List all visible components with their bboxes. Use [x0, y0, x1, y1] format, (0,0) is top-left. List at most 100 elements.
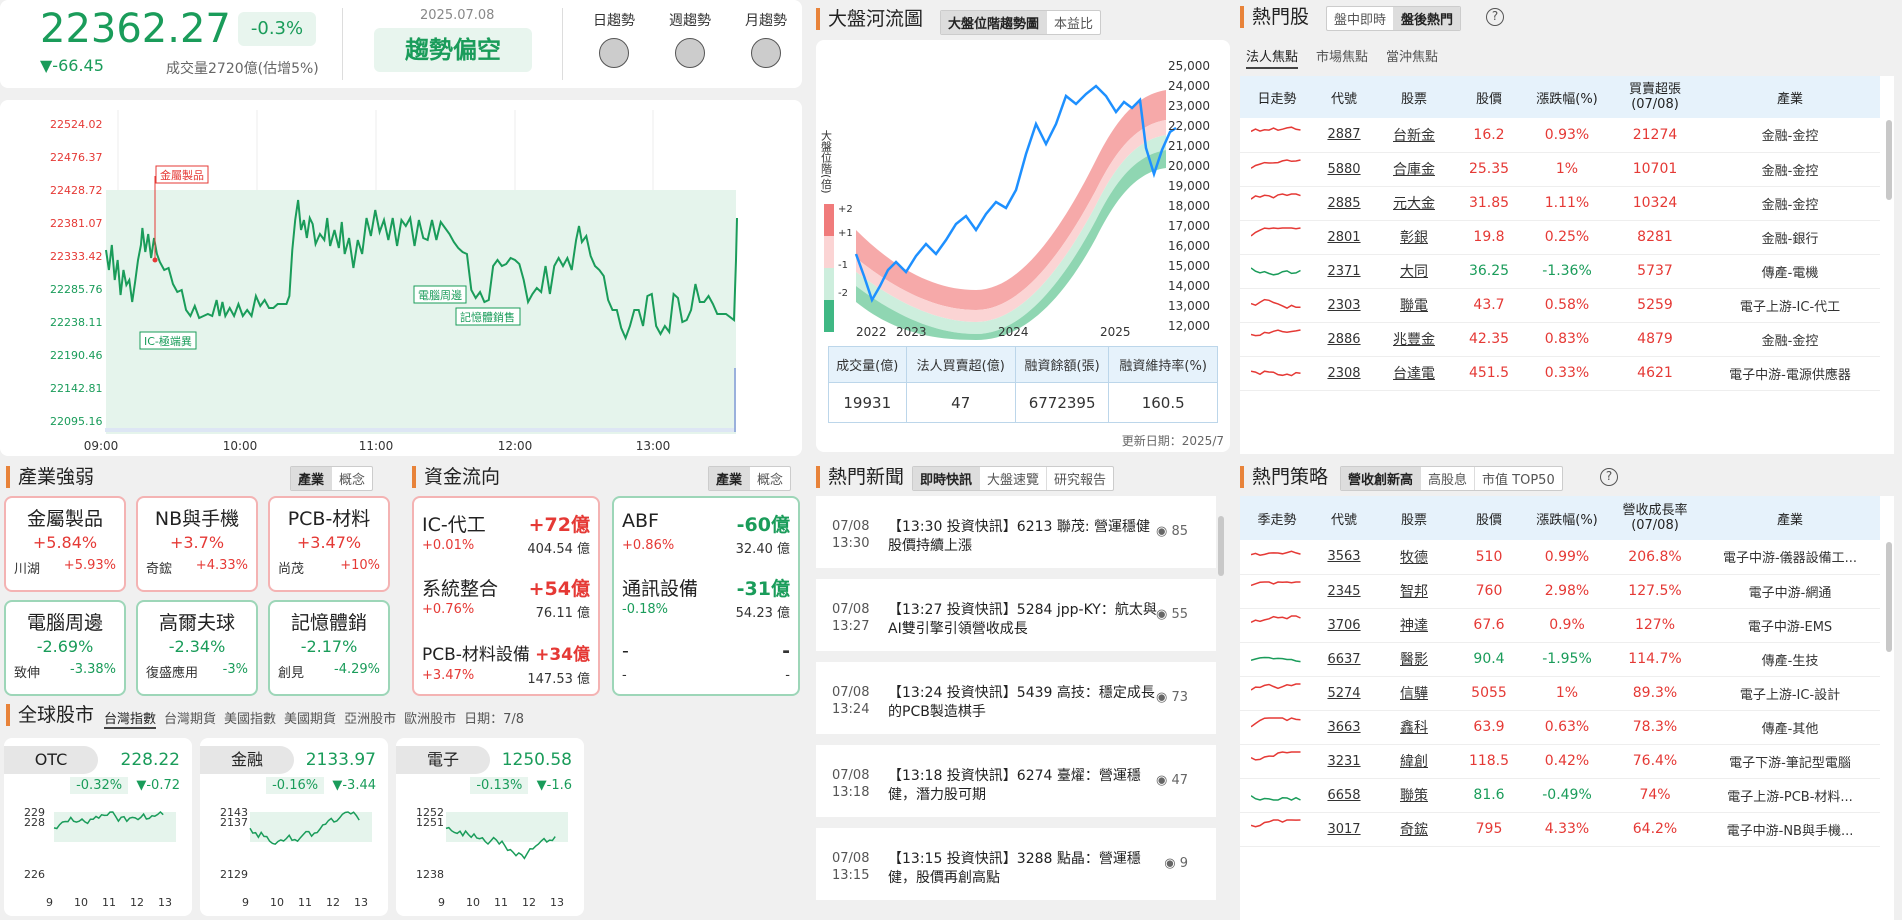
news-item[interactable]: 07/08 13:15 【13:15 投資快訊】3288 點晶：營運穩健，股價再創高…: [816, 828, 1216, 900]
industry-card[interactable]: 高爾夫球 -2.34% 復盛應用 -3%: [136, 600, 258, 696]
scrollbar[interactable]: [1886, 542, 1892, 652]
news-headline[interactable]: 【13:27 投資快訊】5284 jpp-KY：航太與AI雙引擎引領營收成長: [888, 601, 1168, 639]
stock-code[interactable]: 3563: [1314, 540, 1374, 575]
stock-name[interactable]: 元大金: [1374, 186, 1454, 221]
table-row[interactable]: 5274 信驊 5055 1% 89.3% 電子上游-IC-設計: [1240, 676, 1880, 711]
table-row[interactable]: 2308 台達電 451.5 0.33% 4621 電子中游-電源供應器: [1240, 356, 1880, 391]
help-icon[interactable]: ?: [1486, 8, 1504, 26]
tab-industry[interactable]: 產業: [709, 467, 751, 490]
table-row[interactable]: 3563 牧德 510 0.99% 206.8% 電子中游-儀器設備工...: [1240, 540, 1880, 575]
stock-code[interactable]: 6637: [1314, 642, 1374, 677]
news-headline[interactable]: 【13:30 投資快訊】6213 聯茂: 營運穩健 股價持續上漲: [888, 518, 1168, 556]
tab-after-hours[interactable]: 盤後熱門: [1394, 7, 1461, 30]
stock-name[interactable]: 聯策: [1374, 778, 1454, 813]
news-item[interactable]: 07/08 13:30 【13:30 投資快訊】6213 聯茂: 營運穩健 股價持續…: [816, 496, 1216, 568]
table-row[interactable]: 2371 大同 36.25 -1.36% 5737 傳產-電機: [1240, 254, 1880, 289]
table-row[interactable]: 2303 聯電 43.7 0.58% 5259 電子上游-IC-代工: [1240, 288, 1880, 323]
river-chart[interactable]: 25,000 24,000 23,000 22,000 21,000 20,000 1…: [816, 40, 1230, 340]
stock-code[interactable]: 6658: [1314, 778, 1374, 813]
stock-code[interactable]: 3231: [1314, 744, 1374, 779]
tab-tw-index[interactable]: 台灣指數: [104, 708, 157, 729]
tab-asia[interactable]: 亞洲股市: [344, 708, 396, 729]
stock-code[interactable]: 2801: [1314, 220, 1374, 255]
stock-name[interactable]: 奇鋐: [1374, 812, 1454, 847]
market-index-card[interactable]: 電子 1250.58 -0.13% ▼-1.6 1252 1251 1238 9 10 11 12…: [396, 738, 584, 916]
tab-pe[interactable]: 本益比: [1047, 11, 1100, 34]
stock-code[interactable]: 3706: [1314, 608, 1374, 643]
stock-name[interactable]: 大同: [1374, 254, 1454, 289]
stock-name[interactable]: 合庫金: [1374, 152, 1454, 187]
intraday-chart-card[interactable]: [0, 100, 802, 456]
tab-high-dividend[interactable]: 高股息: [1421, 467, 1476, 490]
stock-name[interactable]: 醫影: [1374, 642, 1454, 677]
table-row[interactable]: 3017 奇鋐 795 4.33% 64.2% 電子中游-NB與手機...: [1240, 812, 1880, 847]
stock-code[interactable]: 2371: [1314, 254, 1374, 289]
table-row[interactable]: 2885 元大金 31.85 1.11% 10324 金融-金控: [1240, 186, 1880, 221]
tab-revenue-high[interactable]: 營收創新高: [1341, 467, 1422, 490]
stock-name[interactable]: 台新金: [1374, 118, 1454, 153]
stock-name[interactable]: 智邦: [1374, 574, 1454, 609]
stock-code[interactable]: 5274: [1314, 676, 1374, 711]
stock-name[interactable]: 牧德: [1374, 540, 1454, 575]
table-row[interactable]: 2345 智邦 760 2.98% 127.5% 電子中游-網通: [1240, 574, 1880, 609]
tab-research[interactable]: 研究報告: [1047, 467, 1113, 490]
tab-top50[interactable]: 市值 TOP50: [1475, 467, 1562, 490]
news-item[interactable]: 07/08 13:18 【13:18 投資快訊】6274 臺燿：營運穩健，潛力股可期…: [816, 745, 1216, 817]
subtab-institutional[interactable]: 法人焦點: [1246, 46, 1299, 69]
table-row[interactable]: 3231 緯創 118.5 0.42% 76.4% 電子下游-筆記型電腦: [1240, 744, 1880, 779]
stock-name[interactable]: 聯電: [1374, 288, 1454, 323]
table-row[interactable]: 2801 彰銀 19.8 0.25% 8281 金融-銀行: [1240, 220, 1880, 255]
industry-card[interactable]: PCB-材料 +3.47% 尚茂 +10%: [268, 496, 390, 592]
table-row[interactable]: 6658 聯策 81.6 -0.49% 74% 電子上游-PCB-材料...: [1240, 778, 1880, 813]
tab-overview[interactable]: 大盤速覽: [980, 467, 1048, 490]
tab-concept[interactable]: 概念: [750, 467, 790, 490]
table-row[interactable]: 5880 合庫金 25.35 1% 10701 金融-金控: [1240, 152, 1880, 187]
stock-code[interactable]: 2303: [1314, 288, 1374, 323]
help-icon[interactable]: ?: [1600, 468, 1618, 486]
market-index-card[interactable]: 金融 2133.97 -0.16% ▼-3.44 2143 2137 2129 9 10 11 1…: [200, 738, 388, 916]
table-row[interactable]: 3706 神達 67.6 0.9% 127% 電子中游-EMS: [1240, 608, 1880, 643]
tab-us-futures[interactable]: 美國期貨: [284, 708, 336, 729]
stock-code[interactable]: 2885: [1314, 186, 1374, 221]
industry-card[interactable]: NB與手機 +3.7% 奇鋐 +4.33%: [136, 496, 258, 592]
news-headline[interactable]: 【13:15 投資快訊】3288 點晶：營運穩健，股價再創高點: [888, 850, 1168, 888]
news-headline[interactable]: 【13:24 投資快訊】5439 高技：穩定成長的PCB製造棋手: [888, 684, 1168, 722]
stock-name[interactable]: 鑫科: [1374, 710, 1454, 745]
news-item[interactable]: 07/08 13:24 【13:24 投資快訊】5439 高技：穩定成長的PCB製造…: [816, 662, 1216, 734]
stock-code[interactable]: 2345: [1314, 574, 1374, 609]
table-row[interactable]: 3663 鑫科 63.9 0.63% 78.3% 傳產-其他: [1240, 710, 1880, 745]
stock-name[interactable]: 神達: [1374, 608, 1454, 643]
tab-us-index[interactable]: 美國指數: [224, 708, 276, 729]
industry-card[interactable]: 電腦周邊 -2.69% 致伸 -3.38%: [4, 600, 126, 696]
stock-code[interactable]: 3017: [1314, 812, 1374, 847]
stock-code[interactable]: 2308: [1314, 356, 1374, 391]
scrollbar[interactable]: [1886, 120, 1892, 200]
industry-card[interactable]: 記憶體銷 -2.17% 創見 -4.29%: [268, 600, 390, 696]
stock-name[interactable]: 緯創: [1374, 744, 1454, 779]
intraday-chart[interactable]: [0, 100, 802, 456]
stock-code[interactable]: 2887: [1314, 118, 1374, 153]
stock-code[interactable]: 5880: [1314, 152, 1374, 187]
stock-code[interactable]: 2886: [1314, 322, 1374, 357]
scrollbar[interactable]: [1218, 516, 1224, 576]
stock-name[interactable]: 兆豐金: [1374, 322, 1454, 357]
table-row[interactable]: 2886 兆豐金 42.35 0.83% 4879 金融-金控: [1240, 322, 1880, 357]
tab-tw-futures[interactable]: 台灣期貨: [164, 708, 216, 729]
tab-realtime[interactable]: 即時快訊: [913, 467, 981, 490]
tab-concept[interactable]: 概念: [332, 467, 372, 490]
subtab-market[interactable]: 市場焦點: [1316, 46, 1368, 69]
news-headline[interactable]: 【13:18 投資快訊】6274 臺燿：營運穩健，潛力股可期: [888, 767, 1168, 805]
tab-europe[interactable]: 歐洲股市: [404, 708, 456, 729]
tab-industry[interactable]: 產業: [291, 467, 333, 490]
table-row[interactable]: 6637 醫影 90.4 -1.95% 114.7% 傳產-生技: [1240, 642, 1880, 677]
stock-name[interactable]: 台達電: [1374, 356, 1454, 391]
stock-name[interactable]: 信驊: [1374, 676, 1454, 711]
market-index-card[interactable]: OTC 228.22 -0.32% ▼-0.72 229 228 226 9 10 11 12 13: [4, 738, 192, 916]
stock-code[interactable]: 3663: [1314, 710, 1374, 745]
tab-intraday[interactable]: 盤中即時: [1327, 7, 1395, 30]
stock-name[interactable]: 彰銀: [1374, 220, 1454, 255]
table-row[interactable]: 2887 台新金 16.2 0.93% 21274 金融-金控: [1240, 118, 1880, 153]
news-item[interactable]: 07/08 13:27 【13:27 投資快訊】5284 jpp-KY：航太與AI雙…: [816, 579, 1216, 651]
subtab-daytrade[interactable]: 當沖焦點: [1386, 46, 1438, 69]
tab-river-level[interactable]: 大盤位階趨勢圖: [941, 11, 1048, 34]
